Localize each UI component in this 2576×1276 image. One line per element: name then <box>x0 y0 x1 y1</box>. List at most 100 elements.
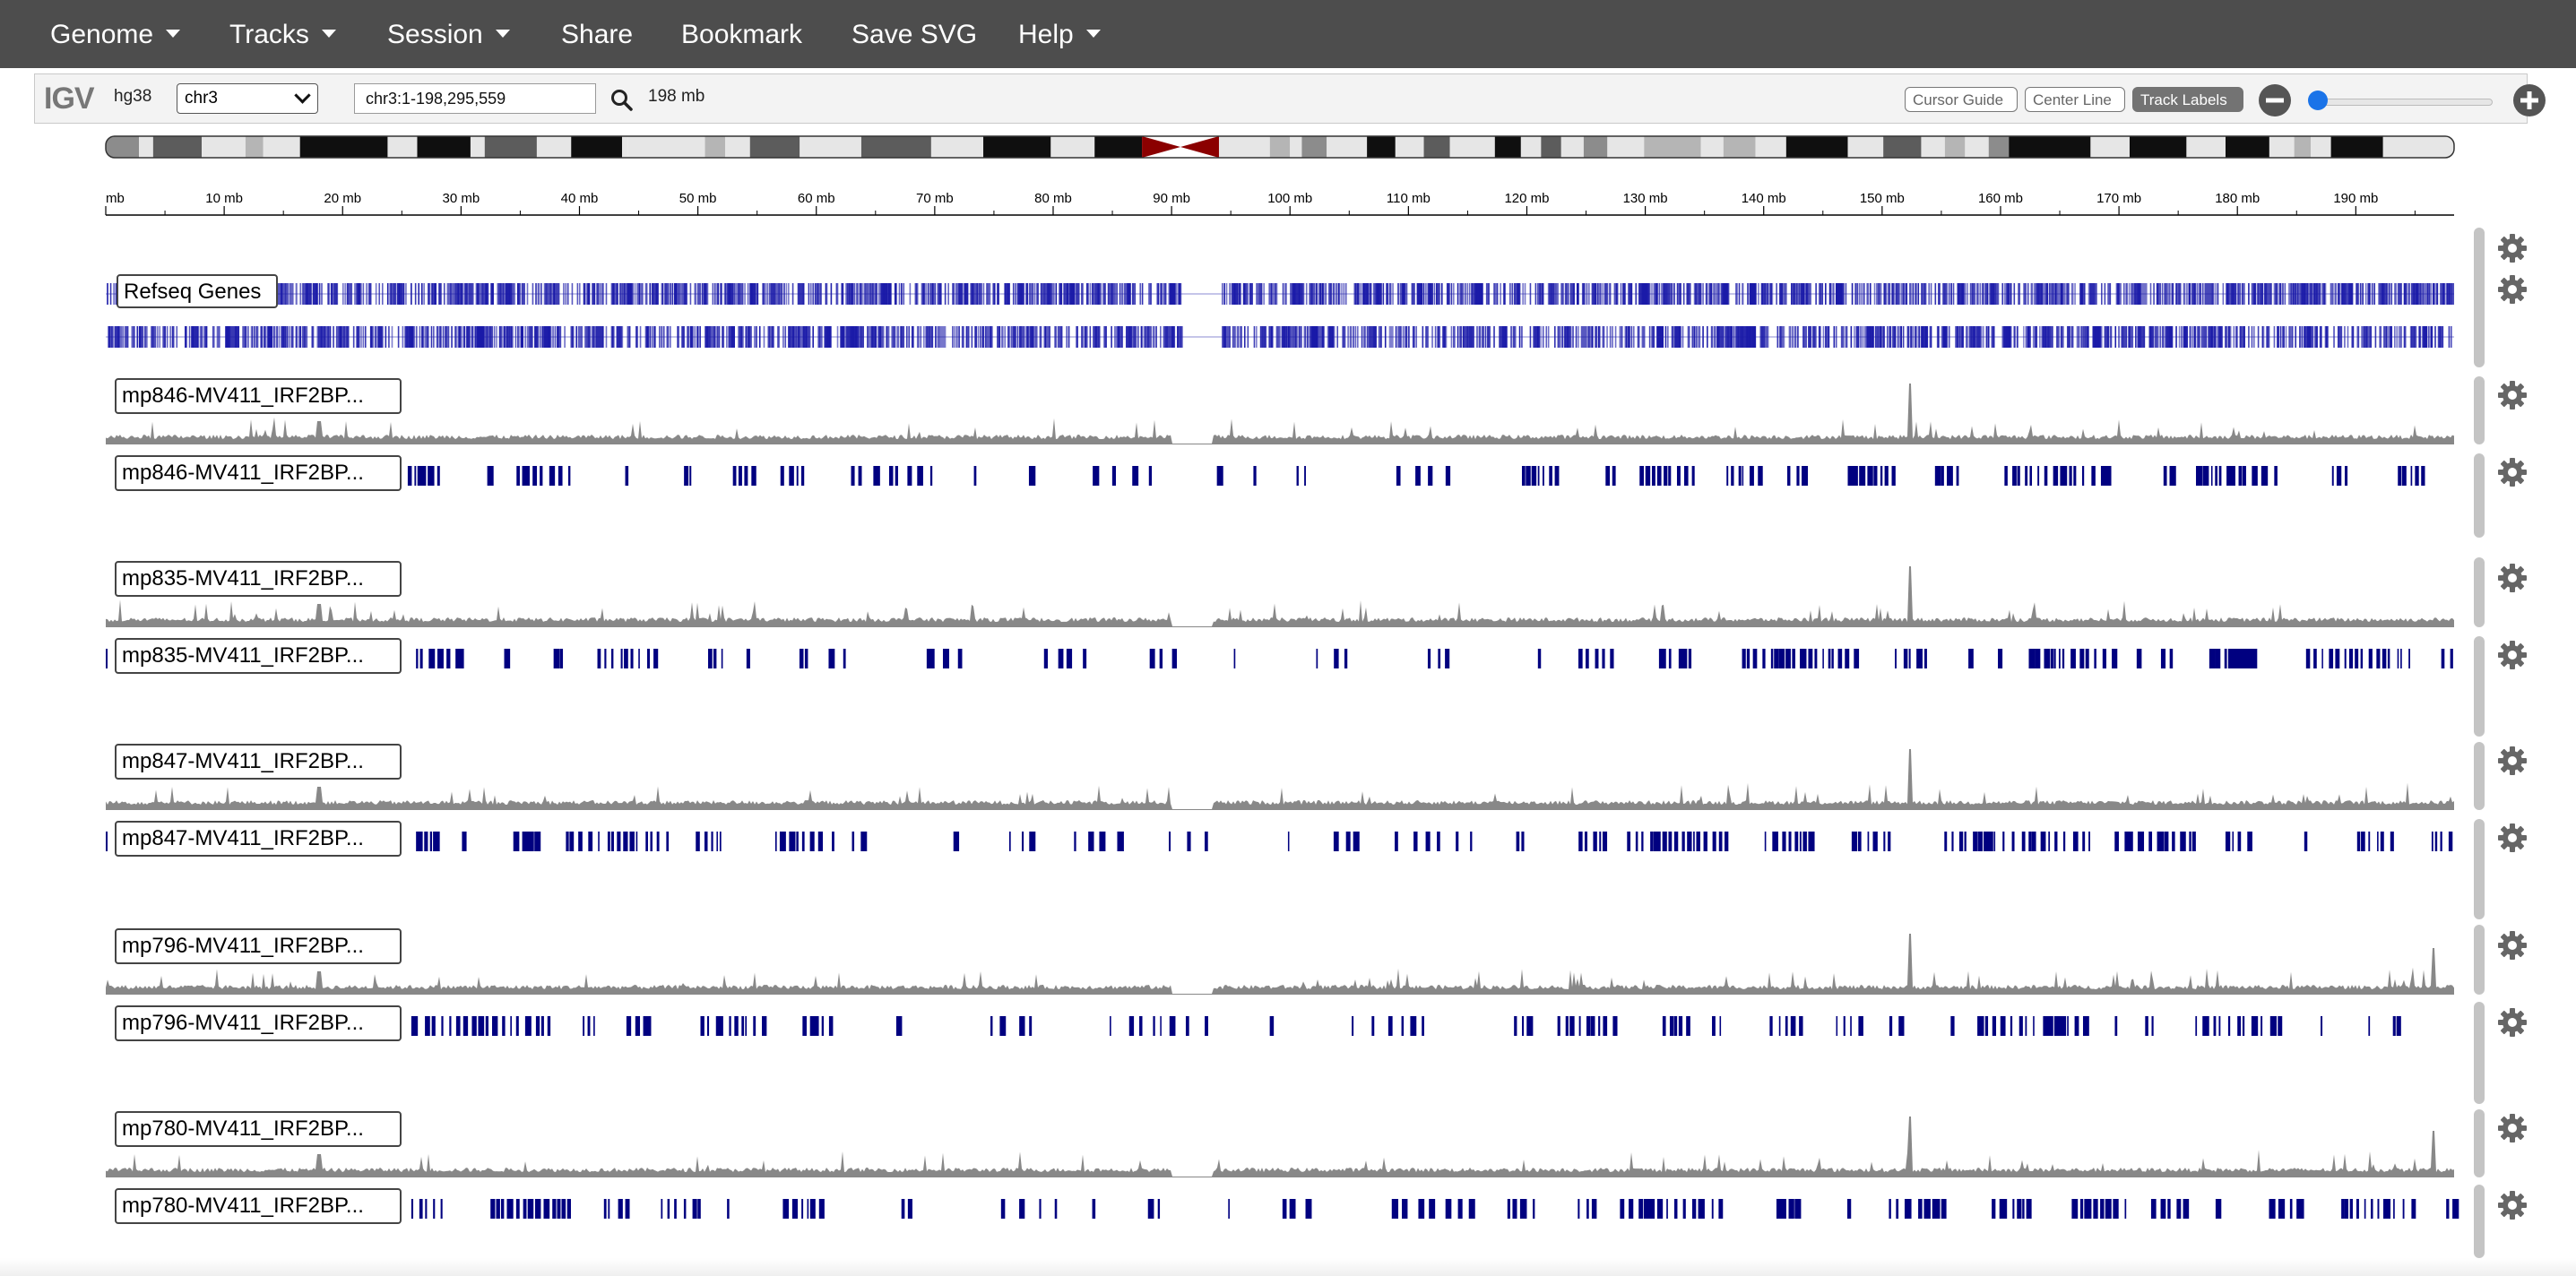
zoom-slider-track[interactable] <box>2312 99 2493 106</box>
peak-feature <box>2452 1199 2459 1219</box>
track-scrollbar[interactable] <box>2474 453 2485 538</box>
gear-icon[interactable] <box>2495 1005 2529 1039</box>
zoom-in-icon[interactable] <box>2512 83 2546 117</box>
peak-feature <box>527 1199 534 1219</box>
chromosome-ideogram[interactable] <box>0 125 2576 167</box>
track-label[interactable]: mp780-MV411_IRF2BP... <box>115 1111 402 1147</box>
ideogram-band <box>725 136 750 158</box>
track-label[interactable]: mp846-MV411_IRF2BP... <box>115 455 402 491</box>
track-scrollbar[interactable] <box>2474 1185 2485 1258</box>
peak-feature <box>2100 1199 2105 1219</box>
peak-feature <box>1669 1016 1674 1036</box>
peak-feature <box>1678 649 1683 668</box>
peak-feature <box>2368 1016 2371 1036</box>
zoom-out-icon[interactable] <box>2258 83 2292 117</box>
track-label[interactable]: mp835-MV411_IRF2BP... <box>115 561 402 597</box>
gear-icon[interactable] <box>2495 1188 2529 1222</box>
track-label[interactable]: mp780-MV411_IRF2BP... <box>115 1188 402 1224</box>
track-label[interactable]: mp835-MV411_IRF2BP... <box>115 638 402 674</box>
track-label[interactable]: mp846-MV411_IRF2BP... <box>115 378 402 414</box>
gear-icon[interactable] <box>2495 1111 2529 1145</box>
ideogram-band <box>2129 136 2187 158</box>
peak-feature <box>529 832 534 851</box>
peak-feature <box>2062 832 2066 851</box>
ideogram-band <box>484 136 537 158</box>
peak-feature <box>2025 1016 2027 1036</box>
peak-feature <box>2410 466 2413 486</box>
track-scrollbar[interactable] <box>2474 742 2485 810</box>
peak-feature <box>2299 1199 2304 1219</box>
gear-icon[interactable] <box>2495 928 2529 962</box>
search-icon[interactable] <box>609 87 635 114</box>
peak-feature <box>2067 1016 2069 1036</box>
menu-tracks-label: Tracks <box>229 20 309 49</box>
peak-feature <box>2356 1199 2359 1219</box>
gear-icon[interactable] <box>2495 744 2529 778</box>
zoom-slider-thumb[interactable] <box>2308 91 2328 110</box>
menu-genome[interactable]: Genome <box>50 0 181 68</box>
menu-tracks[interactable]: Tracks <box>229 0 336 68</box>
track-scrollbar[interactable] <box>2474 557 2485 627</box>
track-scrollbar[interactable] <box>2474 819 2485 919</box>
menu-help[interactable]: Help <box>1018 0 1101 68</box>
peak-feature <box>2017 1199 2022 1219</box>
peak-feature <box>1117 832 1124 851</box>
igv-navbar: IGV hg38 chr3 198 mb Cursor Guide Center… <box>34 73 2546 124</box>
gear-icon[interactable] <box>2495 272 2529 306</box>
track-scrollbar[interactable] <box>2474 636 2485 737</box>
peak-feature <box>1772 832 1778 851</box>
peak-feature <box>2282 1199 2286 1219</box>
peak-feature <box>1591 1199 1597 1219</box>
track-scrollbar[interactable] <box>2474 1109 2485 1177</box>
peak-feature <box>610 832 614 851</box>
genome-label[interactable]: hg38 <box>114 87 151 107</box>
menu-bookmark[interactable]: Bookmark <box>681 0 802 68</box>
peak-feature <box>1578 1016 1581 1036</box>
ideogram-bands <box>106 136 2454 158</box>
track-label[interactable]: mp796-MV411_IRF2BP... <box>115 1005 402 1041</box>
track-scrollbar[interactable] <box>2474 925 2485 995</box>
gear-icon[interactable] <box>2495 455 2529 489</box>
peak-feature <box>1656 466 1662 486</box>
ruler-tick-label: 170 mb <box>2096 191 2141 206</box>
track-scrollbar[interactable] <box>2474 376 2485 444</box>
track-label[interactable]: mp847-MV411_IRF2BP... <box>115 744 402 780</box>
peak-feature <box>696 832 700 851</box>
ruler-tick-label: 140 mb <box>1742 191 1786 206</box>
peak-feature <box>2167 1199 2171 1219</box>
peak-feature <box>2360 649 2364 668</box>
peak-feature <box>1521 466 1526 486</box>
track-scrollbar[interactable] <box>2474 228 2485 367</box>
peak-feature <box>1884 466 1889 486</box>
peak-feature <box>1738 466 1742 486</box>
peak-feature <box>2124 1199 2127 1219</box>
ideogram-band <box>983 136 1051 158</box>
peak-feature <box>1668 832 1673 851</box>
cursor-guide-button[interactable]: Cursor Guide <box>1905 87 2018 112</box>
peak-feature <box>1638 1199 1644 1219</box>
chromosome-select[interactable]: chr3 <box>177 83 318 114</box>
peak-feature <box>860 832 868 851</box>
track-label-refseq-genes[interactable]: Refseq Genes <box>117 274 278 308</box>
gear-icon[interactable] <box>2495 561 2529 595</box>
gear-icon[interactable] <box>2495 821 2529 855</box>
peak-feature <box>1682 649 1688 668</box>
track-scrollbar[interactable] <box>2474 1002 2485 1104</box>
menu-session[interactable]: Session <box>387 0 510 68</box>
ideogram-band <box>1520 136 1542 158</box>
locus-search-input[interactable] <box>354 83 596 114</box>
track-label[interactable]: mp847-MV411_IRF2BP... <box>115 821 402 857</box>
gear-icon[interactable] <box>2495 378 2529 412</box>
center-line-button[interactable]: Center Line <box>2025 87 2125 112</box>
track-labels-button[interactable]: Track Labels <box>2132 87 2243 112</box>
peak-feature <box>431 1016 436 1036</box>
menu-share[interactable]: Share <box>561 0 633 68</box>
peak-feature <box>2010 1016 2013 1036</box>
peak-feature <box>2289 1199 2293 1219</box>
peak-feature <box>515 1199 520 1219</box>
track-label[interactable]: mp796-MV411_IRF2BP... <box>115 928 402 964</box>
gear-icon[interactable] <box>2495 231 2529 265</box>
menu-save-svg[interactable]: Save SVG <box>851 0 977 68</box>
peak-feature <box>809 1199 816 1219</box>
gear-icon[interactable] <box>2495 638 2529 672</box>
